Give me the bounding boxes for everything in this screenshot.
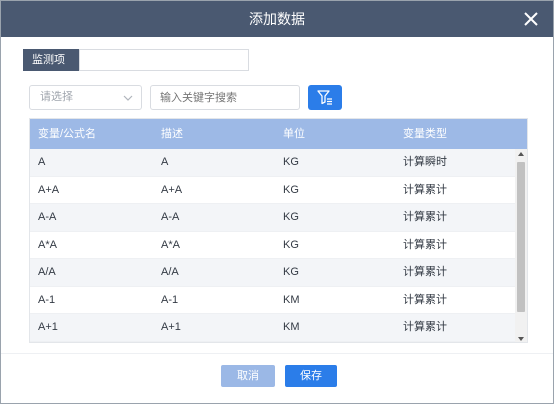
type-select-placeholder: 请选择: [40, 91, 73, 103]
cell-unit: KM: [283, 321, 300, 333]
cell-name: A-A: [38, 211, 57, 223]
header-description: 描述: [161, 128, 183, 140]
table-row[interactable]: A*A A*A KG 计算累计: [30, 232, 517, 259]
cell-type: 计算瞬时: [403, 156, 447, 168]
cell-description: A*A: [161, 238, 180, 251]
table-row[interactable]: A+1 A+1 KM 计算累计: [30, 314, 517, 342]
cell-type: 计算累计: [403, 238, 447, 251]
chevron-down-icon: [123, 95, 133, 101]
cell-description: A+1: [161, 321, 181, 333]
footer-divider: [1, 353, 553, 354]
keyword-search-input[interactable]: [150, 85, 300, 110]
cell-description: A: [161, 156, 169, 168]
cell-name: A+A: [38, 183, 60, 196]
cell-description: A-1: [161, 293, 179, 306]
cell-unit: KM: [283, 293, 300, 306]
close-icon[interactable]: [521, 9, 541, 29]
type-select[interactable]: 请选择: [29, 85, 142, 110]
variables-table: 变量/公式名 描述 单位 变量类型 A A KG 计算瞬时 A+A A+A KG…: [29, 118, 528, 343]
table-row[interactable]: A/A A/A KG 计算累计: [30, 259, 517, 287]
cell-name: A+1: [38, 321, 58, 333]
cell-type: 计算累计: [403, 266, 447, 278]
table-row[interactable]: A-A A-A KG 计算累计: [30, 204, 517, 232]
table-row[interactable]: A+A A+A KG 计算累计: [30, 177, 517, 204]
scroll-up-icon[interactable]: [518, 152, 524, 156]
cell-description: A/A: [161, 266, 179, 278]
cell-name: A-1: [38, 293, 56, 306]
header-variable-name: 变量/公式名: [38, 128, 97, 140]
cell-type: 计算累计: [403, 321, 447, 333]
table-scrollbar[interactable]: [515, 149, 527, 342]
monitor-item-input[interactable]: [79, 49, 249, 71]
table-row[interactable]: A-1 A-1 KM 计算累计: [30, 287, 517, 314]
table-row[interactable]: A A KG 计算瞬时: [30, 149, 517, 177]
cell-description: A-A: [161, 211, 180, 223]
cell-unit: KG: [283, 211, 299, 223]
cell-unit: KG: [283, 238, 299, 251]
cell-unit: KG: [283, 183, 299, 196]
cell-description: A+A: [161, 183, 183, 196]
dialog-title: 添加数据: [249, 11, 305, 27]
cell-name: A/A: [38, 266, 56, 278]
table-body: A A KG 计算瞬时 A+A A+A KG 计算累计 A-A A-A KG 计…: [30, 149, 517, 342]
scroll-down-icon[interactable]: [518, 337, 524, 341]
save-button[interactable]: 保存: [285, 365, 337, 387]
dialog-titlebar: 添加数据: [1, 1, 553, 37]
cell-unit: KG: [283, 156, 299, 168]
monitor-item-label: 监测项: [23, 49, 79, 71]
cell-type: 计算累计: [403, 211, 447, 223]
filter-icon: [317, 90, 332, 105]
table-header: 变量/公式名 描述 单位 变量类型: [30, 119, 527, 149]
cell-unit: KG: [283, 266, 299, 278]
cell-type: 计算累计: [403, 183, 447, 196]
header-variable-type: 变量类型: [403, 128, 447, 140]
cell-name: A: [38, 156, 46, 168]
cell-type: 计算累计: [403, 293, 447, 306]
cell-name: A*A: [38, 238, 57, 251]
header-unit: 单位: [283, 128, 305, 140]
cancel-button[interactable]: 取消: [221, 365, 275, 387]
add-data-dialog: 添加数据 监测项 请选择 变量/公式名 描述 单位 变量类型: [0, 0, 554, 404]
scrollbar-thumb[interactable]: [517, 162, 525, 312]
filter-button[interactable]: [308, 85, 342, 110]
